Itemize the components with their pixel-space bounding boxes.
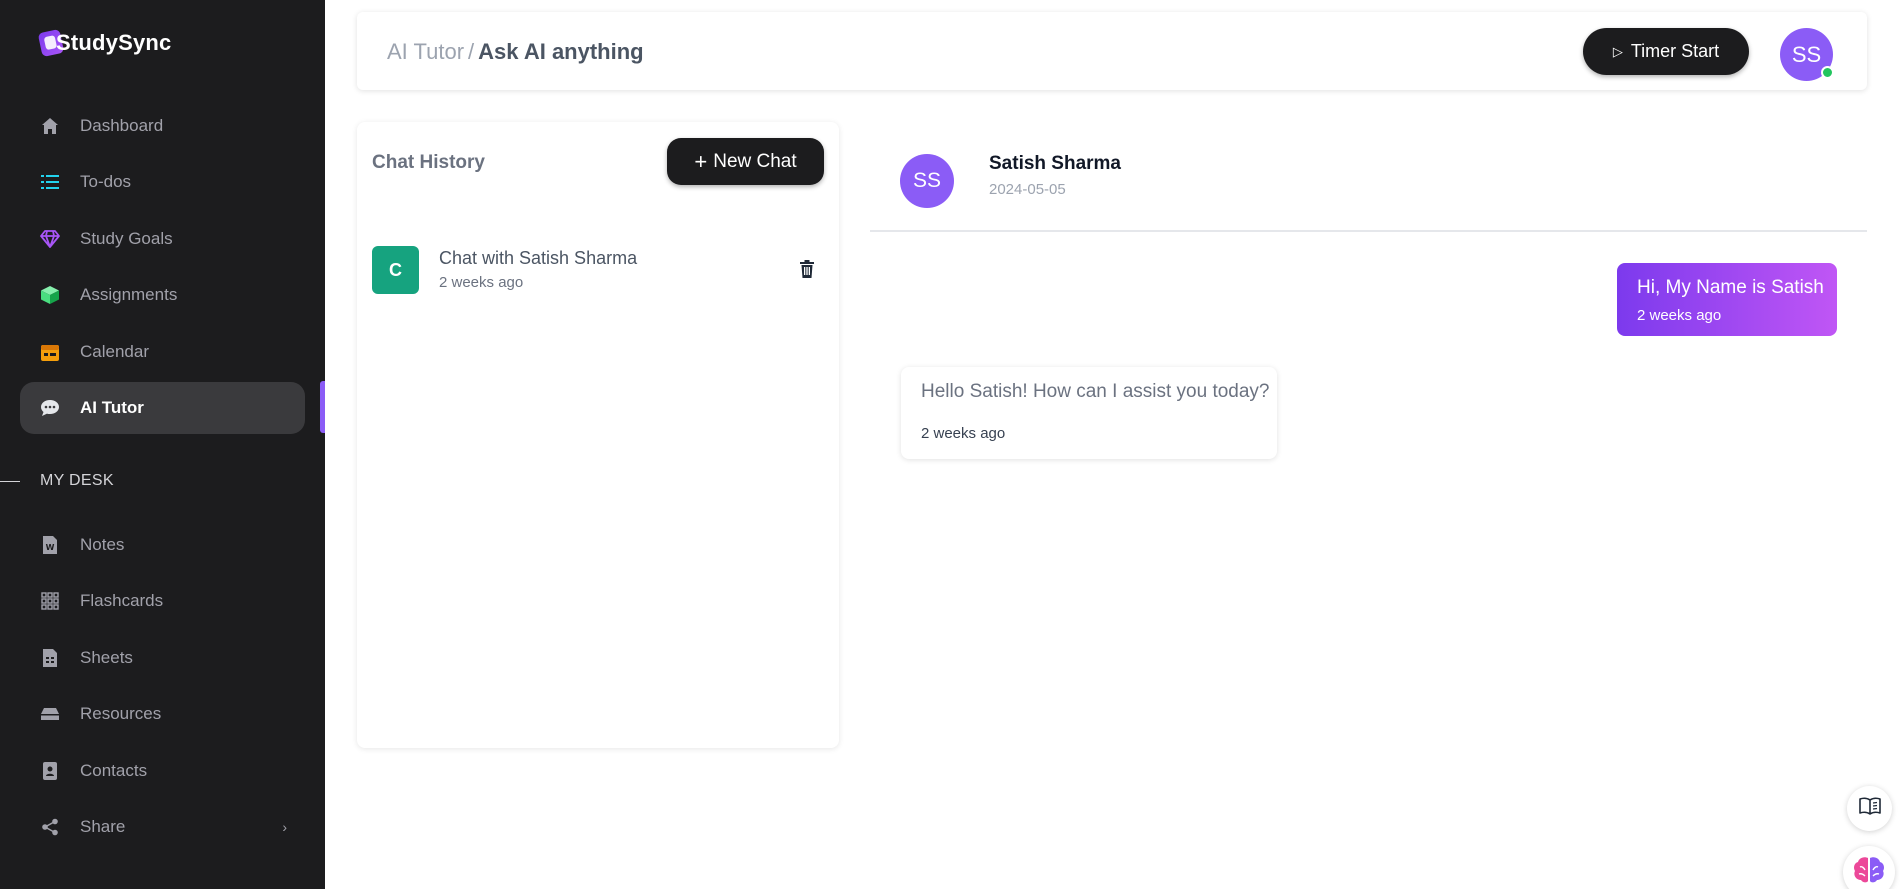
brain-icon	[1852, 855, 1886, 889]
sidebar-item-resources[interactable]: Resources	[20, 688, 305, 740]
list-icon	[40, 172, 60, 192]
message-text: Hi, My Name is Satish	[1637, 277, 1824, 298]
open-book-icon	[1858, 797, 1881, 820]
chat-bubble-icon	[40, 398, 60, 418]
home-icon	[40, 116, 60, 136]
svg-text:W: W	[46, 543, 55, 552]
top-header: AI Tutor / Ask AI anything ▷ Timer Start S…	[357, 12, 1867, 90]
sidebar-item-label: Sheets	[80, 648, 133, 667]
message-time: 2 weeks ago	[1637, 307, 1722, 324]
message-time: 2 weeks ago	[921, 425, 1006, 442]
book-button[interactable]	[1847, 786, 1892, 831]
new-chat-button[interactable]: + New Chat	[667, 138, 824, 185]
sidebar-item-label: Contacts	[80, 761, 148, 780]
chat-title: Chat with Satish Sharma	[439, 248, 638, 268]
cube-icon	[40, 285, 60, 305]
sidebar-item-label: Resources	[80, 704, 162, 723]
timer-start-label: Timer Start	[1630, 41, 1720, 61]
sheet-icon	[40, 648, 60, 668]
sidebar-item-label: Flashcards	[80, 591, 164, 610]
contact-name: Satish Sharma	[989, 153, 1121, 174]
sidebar-item-contacts[interactable]: Contacts	[20, 745, 305, 797]
chat-time: 2 weeks ago	[439, 274, 524, 291]
section-divider	[0, 481, 20, 482]
sidebar-item-label: Dashboard	[80, 116, 164, 135]
trash-icon[interactable]	[800, 260, 818, 280]
chat-header: SS Satish Sharma 2024-05-05	[870, 122, 1867, 232]
message-incoming: Hello Satish! How can I assist you today…	[901, 367, 1277, 459]
sidebar-item-share[interactable]: Share ›	[20, 801, 305, 853]
sidebar-item-study-goals[interactable]: Study Goals	[20, 213, 305, 265]
contact-initials: SS	[912, 169, 941, 192]
active-indicator	[320, 381, 325, 433]
sidebar-item-assignments[interactable]: Assignments	[20, 269, 305, 321]
breadcrumb-separator: /	[468, 39, 475, 64]
logo-text: StudySync	[56, 30, 172, 55]
new-chat-label: New Chat	[713, 150, 797, 172]
sidebar-item-label: Share	[80, 817, 126, 836]
contact-avatar: SS	[900, 154, 954, 208]
breadcrumb: AI Tutor / Ask AI anything	[387, 39, 644, 65]
user-initials: SS	[1791, 41, 1822, 67]
sidebar: StudySync Dashboard To-dos Study Goals A…	[0, 0, 325, 889]
sidebar-item-label: To-dos	[80, 172, 132, 191]
chat-history-title: Chat History	[372, 152, 485, 173]
diamond-icon	[40, 229, 60, 249]
sidebar-item-label: Calendar	[80, 342, 149, 361]
user-avatar[interactable]: SS	[1780, 28, 1834, 81]
drawer-icon	[40, 704, 60, 724]
sidebar-item-flashcards[interactable]: Flashcards	[20, 575, 305, 627]
sidebar-item-dashboard[interactable]: Dashboard	[20, 100, 305, 152]
timer-start-button[interactable]: ▷ Timer Start	[1583, 28, 1749, 75]
sidebar-item-ai-tutor[interactable]: AI Tutor	[20, 382, 305, 434]
sidebar-item-notes[interactable]: W Notes	[20, 519, 305, 571]
ai-assistant-button[interactable]	[1843, 846, 1895, 889]
chevron-right-icon: ›	[282, 819, 287, 835]
sidebar-item-label: Study Goals	[80, 229, 173, 248]
chat-list-item[interactable]: C Chat with Satish Sharma 2 weeks ago	[372, 244, 822, 296]
contact-book-icon	[40, 761, 60, 781]
calendar-icon	[40, 342, 60, 362]
sidebar-item-label: Assignments	[80, 285, 178, 304]
online-status-dot	[1821, 66, 1834, 79]
page-title: Ask AI anything	[478, 39, 644, 64]
message-text: Hello Satish! How can I assist you today…	[921, 381, 1270, 402]
share-icon	[40, 817, 60, 837]
play-icon: ▷	[1612, 43, 1623, 59]
message-outgoing: Hi, My Name is Satish 2 weeks ago	[1617, 263, 1837, 336]
breadcrumb-parent[interactable]: AI Tutor	[387, 39, 464, 64]
sidebar-item-calendar[interactable]: Calendar	[20, 326, 305, 378]
sidebar-item-todos[interactable]: To-dos	[20, 156, 305, 208]
section-label-my-desk: MY DESK	[40, 472, 114, 489]
chat-history-panel: Chat History + New Chat C Chat with Sati…	[357, 122, 839, 748]
sidebar-item-label: AI Tutor	[80, 398, 144, 417]
document-icon: W	[40, 535, 60, 555]
plus-icon: +	[694, 148, 708, 174]
chat-badge: C	[372, 246, 419, 294]
grid-icon	[40, 591, 60, 611]
app-logo[interactable]: StudySync	[37, 28, 172, 58]
sidebar-item-sheets[interactable]: Sheets	[20, 632, 305, 684]
sidebar-item-label: Notes	[80, 535, 125, 554]
contact-date: 2024-05-05	[989, 181, 1066, 198]
